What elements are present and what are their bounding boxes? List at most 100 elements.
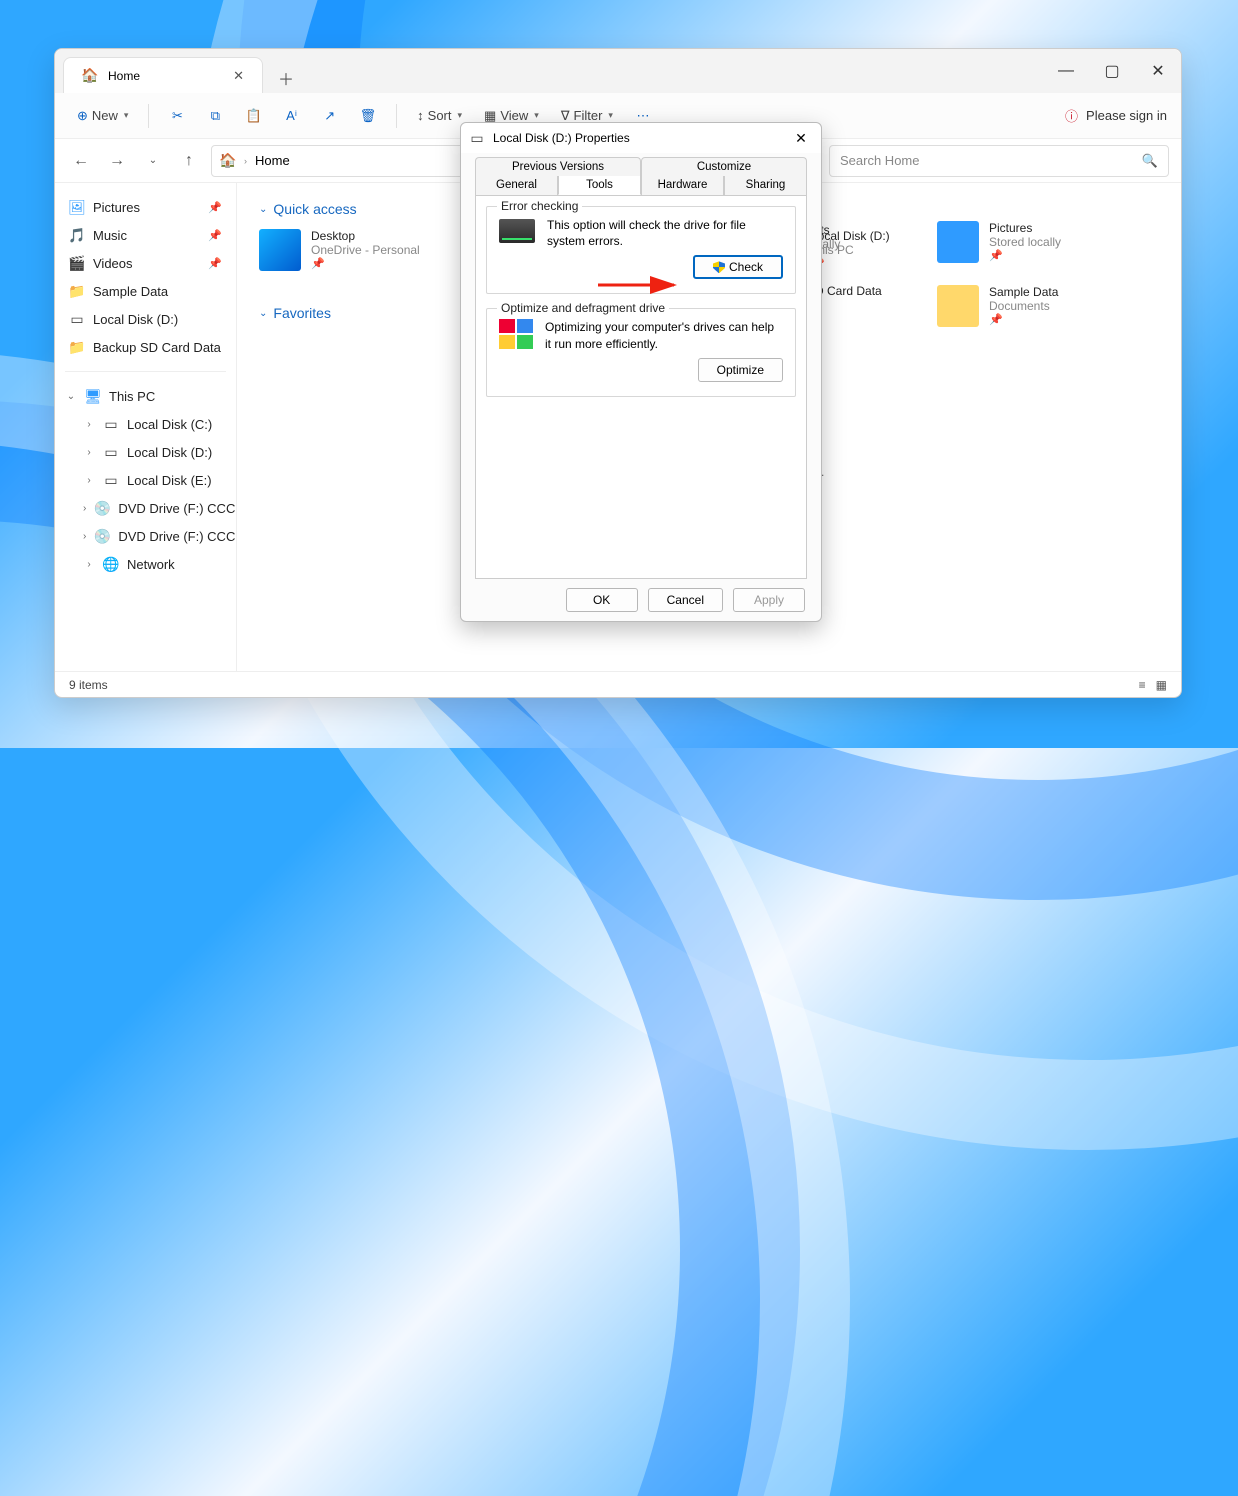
chevron-right-icon[interactable]: › [83,559,95,570]
drive-icon: ▭ [69,311,85,327]
sidebar-item[interactable]: 🖼 Pictures 📌 [61,193,230,221]
dialog-titlebar: ▭ Local Disk (D:) Properties ✕ [461,123,821,153]
share-button[interactable]: ↗ [314,100,346,132]
thumbnails-view-icon[interactable]: ▦ [1156,678,1167,692]
tab-customize[interactable]: Customize [641,157,807,176]
net-icon: 🌐 [103,556,119,572]
item-title: Pictures [989,221,1061,235]
chevron-right-icon[interactable]: › [83,447,95,458]
optimize-button[interactable]: Optimize [698,358,783,382]
sidebar-divider [65,371,226,372]
sidebar-item[interactable]: 🎵 Music 📌 [61,221,230,249]
breadcrumb[interactable]: Home [255,153,290,168]
paste-button[interactable]: 📋 [237,100,269,132]
home-icon: 🏠 [82,68,98,84]
drive-icon: ▭ [469,130,485,146]
chevron-right-icon[interactable]: › [83,503,86,514]
quick-access-item[interactable]: Desktop OneDrive - Personal 📌 [259,229,449,271]
chevron-down-icon[interactable]: ⌄ [65,391,77,402]
cancel-button[interactable]: Cancel [648,588,723,612]
tab-close-icon[interactable]: ✕ [233,68,244,84]
rename-button[interactable]: Aⁱ [276,100,308,132]
new-tab-button[interactable]: ＋ [269,63,303,93]
item-subtitle: OneDrive - Personal [311,243,420,257]
copy-button[interactable]: ⧉ [199,100,231,132]
dialog-body: Error checking This option will check th… [475,195,807,579]
sidebar-item-label: Pictures [93,200,140,215]
chevron-down-icon: ⌄ [259,308,267,319]
nav-back-button[interactable]: ← [67,147,95,175]
drive-icon [499,219,535,243]
search-input[interactable]: Search Home 🔍 [829,145,1169,177]
drive-icon: ▭ [103,472,119,488]
item-thumb [259,229,301,271]
sidebar-item-label: Local Disk (E:) [127,473,212,488]
nav-up-button[interactable]: ↑ [175,147,203,175]
chevron-right-icon[interactable]: › [83,419,95,430]
music-icon: 🎵 [69,227,85,243]
apply-button[interactable]: Apply [733,588,805,612]
maximize-button[interactable]: ▢ [1089,49,1135,93]
sidebar-tree-item[interactable]: › ▭ Local Disk (C:) [61,410,230,438]
delete-button[interactable]: 🗑 [352,100,385,132]
alert-icon: ⓘ [1065,106,1078,125]
sidebar-tree-item[interactable]: › ▭ Local Disk (D:) [61,438,230,466]
sidebar-item-label: Sample Data [93,284,168,299]
sidebar-item[interactable]: 📁 Backup SD Card Data [61,333,230,361]
sidebar-item-label: Local Disk (D:) [93,312,178,327]
pin-icon: 📌 [208,229,222,242]
new-button[interactable]: ⊕ New▾ [69,100,136,132]
item-subtitle: Documents [989,299,1058,313]
sidebar-this-pc[interactable]: ⌄ 🖥 This PC [61,382,230,410]
tab-general[interactable]: General [475,176,558,195]
cut-button[interactable]: ✂ [161,100,193,132]
titlebar: 🏠 Home ✕ ＋ — ▢ ✕ [55,49,1181,93]
pin-icon: 📌 [989,249,1061,262]
dvd-icon: 💿 [94,500,110,516]
nav-recent-button[interactable]: ⌄ [139,147,167,175]
tab-tools[interactable]: Tools [558,176,641,195]
chevron-right-icon: › [244,156,247,166]
error-checking-group: Error checking This option will check th… [486,206,796,294]
close-window-button[interactable]: ✕ [1135,49,1181,93]
sidebar-item[interactable]: 🎬 Videos 📌 [61,249,230,277]
chevron-right-icon[interactable]: › [83,531,86,542]
quick-access-item[interactable]: Sample Data Documents 📌 [937,285,1147,327]
home-icon: 🏠 [220,153,236,169]
sign-in-prompt[interactable]: ⓘ Please sign in [1065,106,1167,125]
item-thumb [937,285,979,327]
sidebar-item[interactable]: ▭ Local Disk (D:) [61,305,230,333]
group-title: Optimize and defragment drive [497,301,669,315]
sidebar: 🖼 Pictures 📌🎵 Music 📌🎬 Videos 📌📁 Sample … [55,183,237,671]
chevron-down-icon: ⌄ [259,204,267,215]
sidebar-tree-item[interactable]: › 💿 DVD Drive (F:) CCCOM [61,494,230,522]
pc-icon: 🖥 [85,388,101,404]
dialog-close-button[interactable]: ✕ [789,126,813,150]
tab-sharing[interactable]: Sharing [724,176,807,195]
quick-access-item[interactable]: Pictures Stored locally 📌 [937,221,1147,263]
pin-icon: 📌 [311,257,420,270]
details-view-icon[interactable]: ≡ [1139,678,1146,692]
sidebar-item-label: DVD Drive (F:) CCCOM [118,501,237,516]
item-count: 9 items [69,678,108,692]
shield-icon [713,261,725,273]
sidebar-tree-item[interactable]: › 🌐 Network [61,550,230,578]
sidebar-item[interactable]: 📁 Sample Data [61,277,230,305]
check-button[interactable]: Check [693,255,783,279]
nav-forward-button[interactable]: → [103,147,131,175]
minimize-button[interactable]: — [1043,49,1089,93]
item-thumb [937,221,979,263]
optimize-group: Optimize and defragment drive Optimizing… [486,308,796,396]
item-title: Desktop [311,229,420,243]
chevron-right-icon[interactable]: › [83,475,95,486]
tab-previous-versions[interactable]: Previous Versions [475,157,641,176]
search-placeholder: Search Home [840,153,919,168]
toolbar-divider [148,104,149,128]
dialog-title: Local Disk (D:) Properties [493,131,630,145]
dialog-footer: OK Cancel Apply [461,579,821,621]
tab-hardware[interactable]: Hardware [641,176,724,195]
sidebar-tree-item[interactable]: › 💿 DVD Drive (F:) CCCOM [61,522,230,550]
window-tab-home[interactable]: 🏠 Home ✕ [63,57,263,93]
ok-button[interactable]: OK [566,588,638,612]
sidebar-tree-item[interactable]: › ▭ Local Disk (E:) [61,466,230,494]
